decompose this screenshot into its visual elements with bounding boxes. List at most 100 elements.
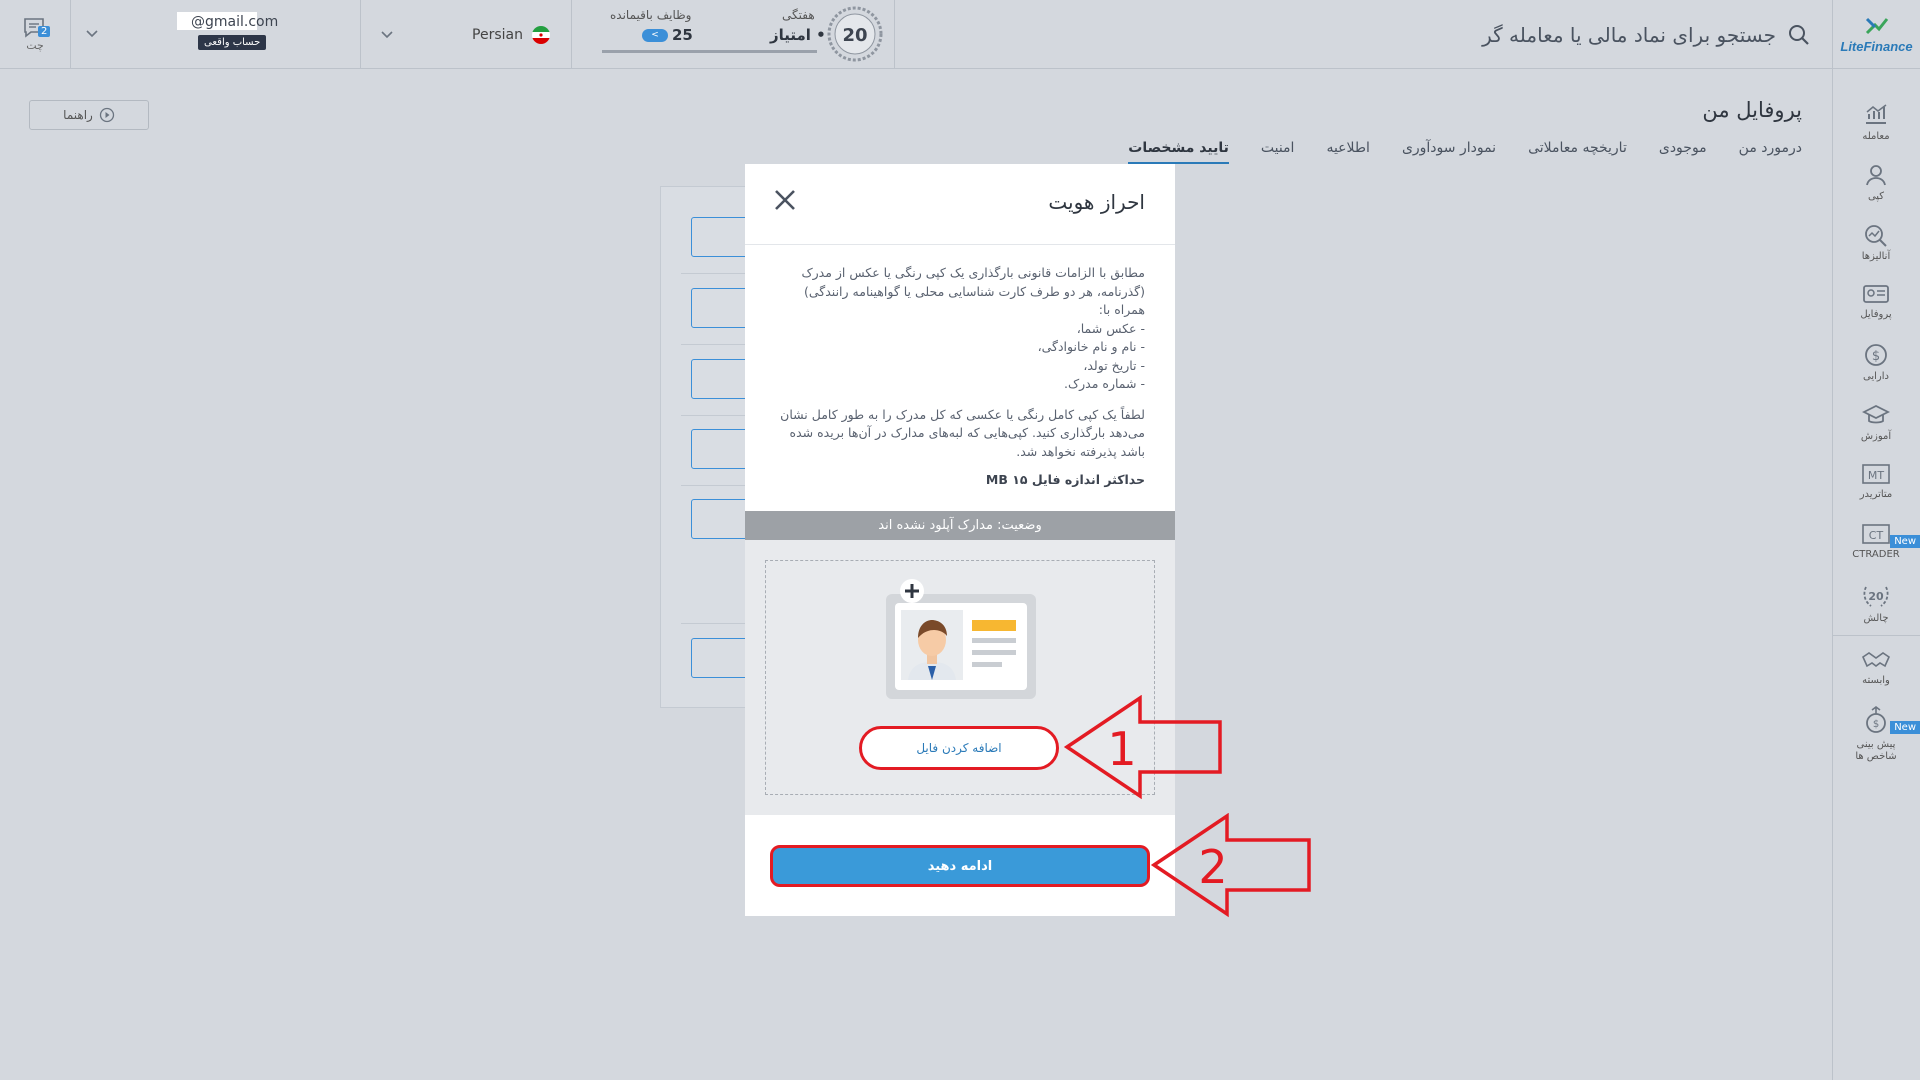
dollar-icon: $ <box>1865 344 1887 366</box>
identity-verification-modal: احراز هویت مطابق با الزامات قانونی بارگذ… <box>745 164 1175 916</box>
chat-count-badge: 2 <box>38 26 51 37</box>
account-menu[interactable]: @gmail.com حساب واقعی <box>70 0 360 69</box>
tab-balance[interactable]: موجودی <box>1659 140 1707 164</box>
tab-verification[interactable]: تایید مشخصات <box>1128 140 1229 164</box>
search-bar[interactable]: جستجو برای نماد مالی یا معامله گر <box>1390 0 1810 69</box>
copy-user-icon <box>1866 165 1886 186</box>
sidebar-item-education[interactable]: آموزش <box>1832 403 1920 443</box>
ct-icon: CT <box>1862 524 1890 544</box>
sidebar-item-label: پروفایل <box>1860 309 1892 320</box>
tasks-remaining-value: 25 <box>672 26 693 44</box>
instruction-paragraph: مطابق با الزامات قانونی بارگذاری یک کپی … <box>801 265 1145 299</box>
right-sidebar: معامله کپی آنالیزها پروفایل $ دارایی آمو… <box>1832 69 1920 1080</box>
annotation-step-1: 1 <box>1107 722 1136 776</box>
sidebar-item-label: وابسته <box>1862 675 1890 686</box>
modal-divider <box>745 244 1175 245</box>
requirement-item: - عکس شما، <box>1076 320 1145 336</box>
sidebar-item-assets[interactable]: $ دارایی <box>1832 343 1920 383</box>
play-circle-icon <box>99 107 114 123</box>
tab-notifications[interactable]: اطلاعیه <box>1326 140 1369 164</box>
chat-button[interactable]: 2 چت <box>0 0 70 69</box>
analysis-icon <box>1865 225 1887 247</box>
handshake-icon <box>1861 652 1891 668</box>
profile-tabs: درمورد من موجودی تاریخچه معاملاتی نمودار… <box>1128 140 1802 164</box>
sidebar-item-label: آموزش <box>1860 431 1892 442</box>
svg-text:$: $ <box>1873 719 1879 730</box>
laurel-badge-icon: 20 <box>827 6 883 62</box>
annotation-arrow-1-icon: 1 <box>1063 695 1222 800</box>
iran-flag-icon <box>532 25 550 44</box>
svg-text:CT: CT <box>1869 529 1884 542</box>
sidebar-item-profile[interactable]: پروفایل <box>1832 283 1920 321</box>
chevron-down-icon <box>86 30 98 38</box>
upload-status-bar: وضعیت: مدارک آپلود نشده اند <box>745 511 1175 540</box>
account-type-badge: حساب واقعی <box>198 35 267 50</box>
help-label: راهنما <box>63 108 93 122</box>
sidebar-item-label: چالش <box>1863 613 1889 624</box>
svg-text:$: $ <box>1872 349 1880 364</box>
search-input[interactable]: جستجو برای نماد مالی یا معامله گر <box>1482 23 1776 47</box>
requirements-intro: همراه با: <box>1098 302 1145 317</box>
challenge-widget[interactable]: وظایف باقیمانده < 25 هفتگی • امتیاز 20 <box>572 0 895 69</box>
tab-trade-history[interactable]: تاریخچه معاملاتی <box>1528 140 1627 164</box>
brand-name: LiteFinance <box>1840 39 1913 54</box>
sidebar-item-label: متاتریدر <box>1859 489 1893 500</box>
chart-icon <box>1866 104 1887 124</box>
close-icon[interactable] <box>773 188 797 212</box>
new-tag: New <box>1890 721 1920 734</box>
sidebar-item-label: دارایی <box>1863 371 1889 382</box>
sidebar-item-ctrader[interactable]: CT CTRADER New <box>1832 523 1920 561</box>
tasks-remaining-label: وظایف باقیمانده <box>610 8 692 22</box>
requirement-item: - نام و نام خانوادگی، <box>1037 339 1145 354</box>
forecast-icon: $ <box>1866 706 1886 733</box>
id-card-illustration-icon <box>886 594 1036 699</box>
search-icon <box>1789 24 1809 45</box>
challenge-icon: 20 <box>1863 586 1889 607</box>
sidebar-item-affiliate[interactable]: وابسته <box>1832 649 1920 687</box>
badge-number: 20 <box>842 25 867 46</box>
max-file-size: حداکثر اندازه فایل ۱۵ MB <box>985 472 1145 487</box>
top-bar: 2 چت @gmail.com حساب واقعی Persian وظایف… <box>0 0 1920 69</box>
education-icon <box>1862 404 1890 424</box>
add-file-button[interactable]: اضافه کردن فایل <box>859 726 1059 770</box>
plus-icon[interactable] <box>899 578 925 604</box>
annotation-arrow-2-icon: 2 <box>1150 813 1311 918</box>
language-selector[interactable]: Persian <box>360 0 572 69</box>
sidebar-item-metatrader[interactable]: MT متاتریدر <box>1832 463 1920 501</box>
sidebar-item-label: پیش بینی شاخص ها <box>1855 739 1897 762</box>
svg-text:20: 20 <box>1868 590 1884 603</box>
litefinance-logo-icon <box>1865 17 1888 35</box>
sidebar-item-analysis[interactable]: آنالیزها <box>1832 223 1920 263</box>
chat-label: چت <box>26 39 44 52</box>
continue-button[interactable]: ادامه دهید <box>770 845 1150 887</box>
chevron-down-icon <box>381 30 393 38</box>
tab-about-me[interactable]: درمورد من <box>1739 140 1802 164</box>
annotation-step-2: 2 <box>1198 840 1227 894</box>
profile-icon <box>1863 285 1889 303</box>
requirement-item: - شماره مدرک. <box>1063 376 1145 391</box>
copy-quality-note: لطفاً یک کپی کامل رنگی یا عکسی که کل مدر… <box>780 406 1145 459</box>
sidebar-item-label: CTRADER <box>1852 549 1900 560</box>
sidebar-item-trade[interactable]: معامله <box>1832 103 1920 143</box>
page-title: پروفایل من <box>1702 98 1802 122</box>
sidebar-divider <box>1832 635 1920 636</box>
requirement-item: - تاریخ تولد، <box>1083 357 1145 373</box>
sidebar-item-label: کپی <box>1867 191 1885 202</box>
new-tag: New <box>1890 535 1920 548</box>
tasks-arrow-pill[interactable]: < <box>642 29 668 42</box>
tab-security[interactable]: امنیت <box>1261 140 1295 164</box>
brand-logo[interactable]: LiteFinance <box>1832 0 1920 69</box>
account-email: @gmail.com <box>191 14 279 30</box>
language-label: Persian <box>472 26 523 43</box>
sidebar-item-copy[interactable]: کپی <box>1832 163 1920 203</box>
modal-instructions: مطابق با الزامات قانونی بارگذاری یک کپی … <box>770 264 1145 498</box>
challenge-progress-bar <box>602 50 817 53</box>
sidebar-item-challenge[interactable]: 20 چالش <box>1832 583 1920 625</box>
mt-icon: MT <box>1862 464 1890 484</box>
sidebar-item-label: آنالیزها <box>1861 251 1891 262</box>
help-button[interactable]: راهنما <box>29 100 149 130</box>
sidebar-item-forecast[interactable]: $ پیش بینی شاخص ها New <box>1832 705 1920 763</box>
upload-status-text: وضعیت: مدارک آپلود نشده اند <box>878 518 1042 533</box>
tab-profitability-chart[interactable]: نمودار سودآوری <box>1402 140 1496 164</box>
points-label: • امتیاز <box>770 26 826 44</box>
